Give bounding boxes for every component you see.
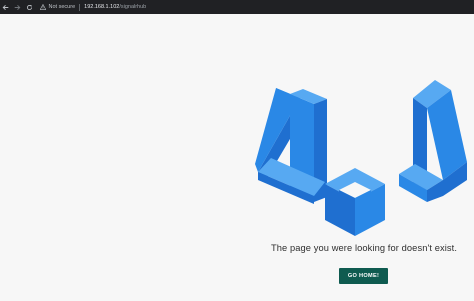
forward-arrow-icon [14,4,21,10]
address-bar[interactable]: Not secure 192.168.1.102 /signalrhub [39,0,474,14]
logo-left-block [255,88,327,204]
not-found-message: The page you were looking for doesn't ex… [270,243,458,253]
url-host: 192.168.1.102 [84,4,120,10]
back-arrow-icon [3,4,9,10]
logo-center-ring [325,168,385,236]
back-button[interactable] [0,0,12,14]
reload-icon [27,4,33,10]
logo-right-block [399,80,467,202]
not-found-logo [255,80,467,236]
browser-toolbar: Not secure 192.168.1.102 /signalrhub [0,0,474,14]
go-home-button[interactable]: GO HOME! [339,268,388,284]
security-label[interactable]: Not secure [49,4,76,10]
url-path: /signalrhub [119,4,147,10]
address-divider [79,3,81,11]
page-content: The page you were looking for doesn't ex… [0,14,474,301]
reload-button[interactable] [24,0,36,14]
warning-icon [39,4,46,10]
forward-button[interactable] [12,0,24,14]
